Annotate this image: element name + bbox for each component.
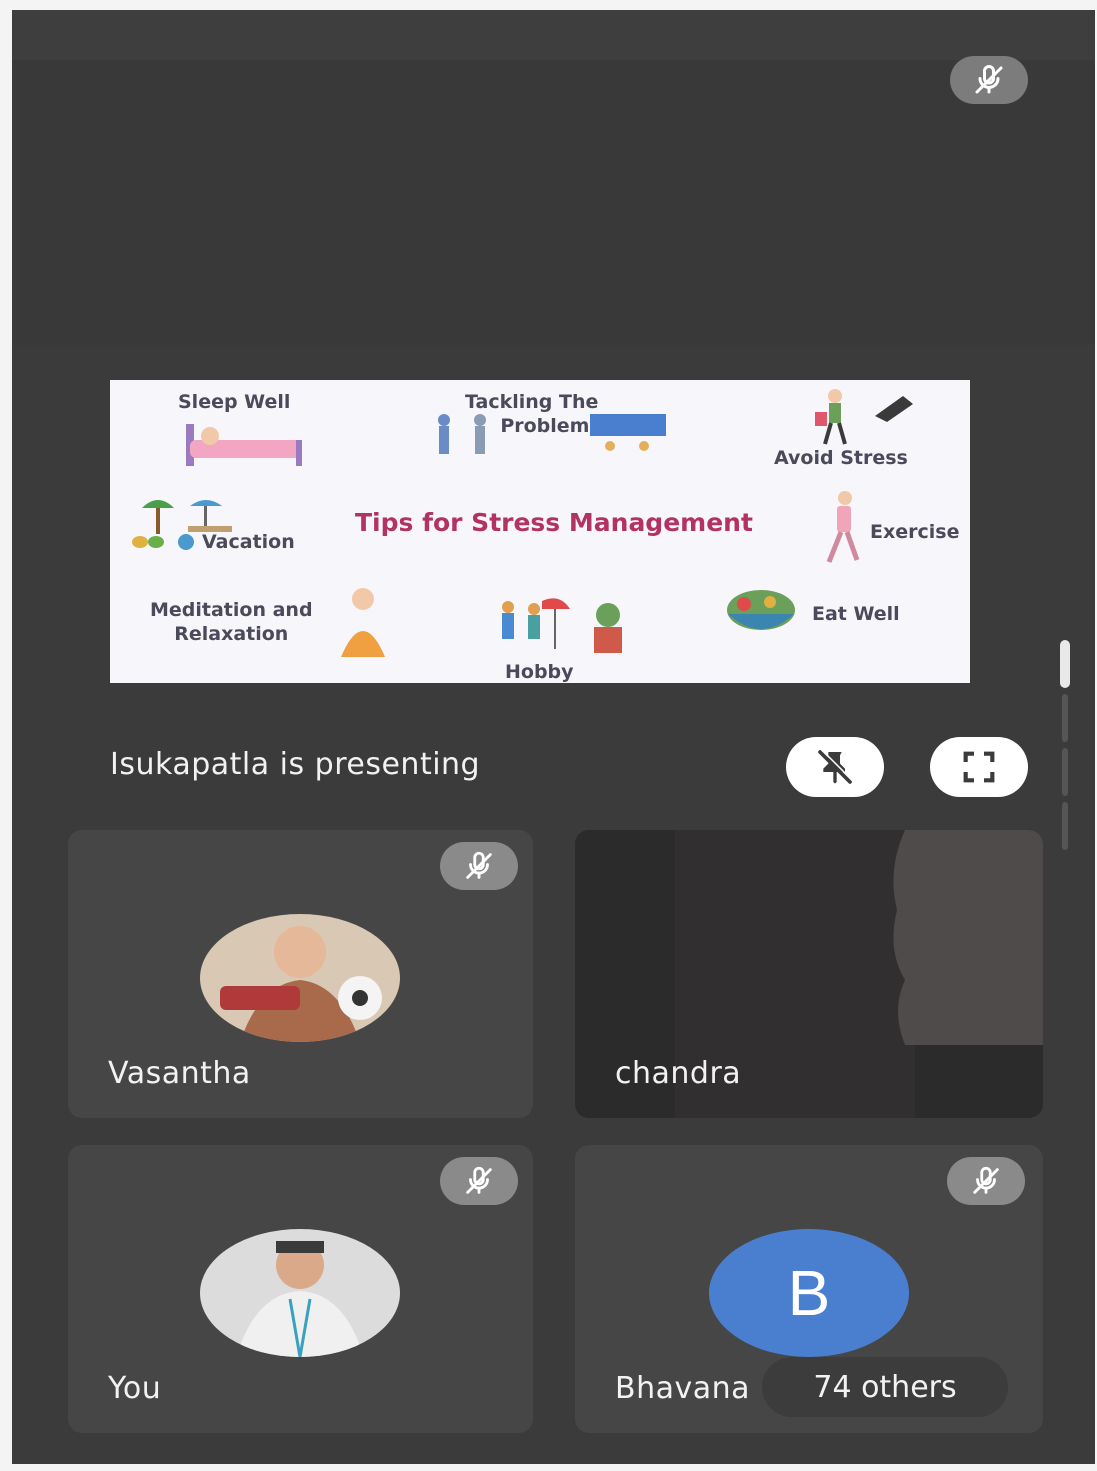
slide-item-avoid: Avoid Stress [774, 447, 908, 469]
slide-item-eat: Eat Well [812, 603, 900, 625]
bed-icon [186, 424, 302, 466]
slide-item-vacation: Vacation [202, 531, 295, 553]
slide-item-exercise: Exercise [870, 521, 960, 543]
participant-name: Vasantha [108, 1056, 251, 1091]
participant-tile[interactable]: Vasantha [68, 830, 533, 1118]
slide-item-meditation: Meditation and Relaxation [150, 599, 313, 645]
participant-tile[interactable]: chandra [575, 830, 1043, 1118]
participant-name: chandra [615, 1056, 742, 1091]
monk-icon [341, 588, 385, 657]
mic-off-icon [440, 1157, 518, 1205]
scrollbar[interactable] [1060, 640, 1070, 850]
top-tile-header [12, 10, 1095, 60]
participant-name: Bhavana [615, 1371, 751, 1406]
presentation-slide[interactable]: Sleep Well Tackling The Problem Avoid St… [110, 380, 970, 683]
hobby-icon [502, 598, 622, 653]
mic-off-icon [950, 56, 1028, 104]
initial-avatar: B [709, 1229, 909, 1357]
unpin-button[interactable] [786, 737, 884, 797]
participant-name: You [108, 1371, 162, 1406]
mic-off-icon [440, 842, 518, 890]
fullscreen-button[interactable] [930, 737, 1028, 797]
slide-item-sleep: Sleep Well [178, 391, 291, 413]
avatar [200, 1229, 400, 1357]
mic-off-icon [947, 1157, 1025, 1205]
presenter-label: Isukapatla is presenting [110, 747, 481, 782]
running-man-icon [815, 389, 913, 445]
people-icon [438, 414, 666, 454]
slide-item-hobby: Hobby [505, 661, 574, 683]
food-bowl-icon [727, 590, 795, 630]
self-video-tile[interactable] [12, 60, 1095, 345]
participant-tile[interactable]: You [68, 1145, 533, 1433]
unpin-icon [818, 749, 853, 784]
others-count-chip[interactable]: 74 others [762, 1357, 1008, 1417]
meeting-screen: Sleep Well Tackling The Problem Avoid St… [12, 10, 1095, 1464]
slide-title: Tips for Stress Management [355, 508, 753, 537]
jogger-icon [826, 491, 860, 563]
fullscreen-icon [963, 751, 995, 783]
avatar [200, 914, 400, 1042]
